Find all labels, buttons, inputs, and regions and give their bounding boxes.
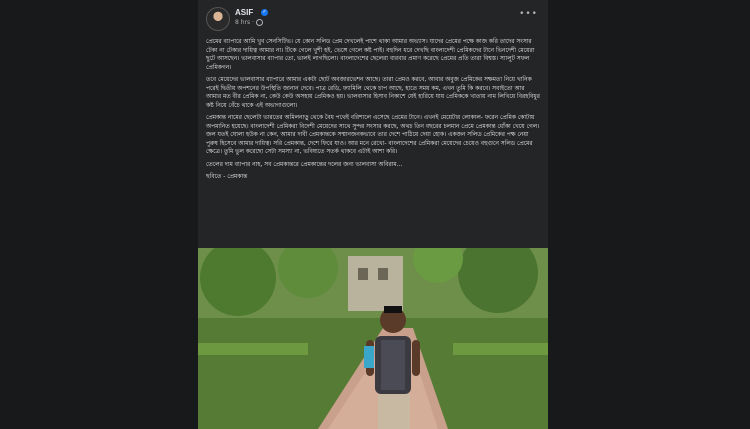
post-header: ASIF ✓ 8 hrs · ••• [206, 7, 540, 31]
verified-badge-icon: ✓ [261, 9, 268, 16]
globe-icon [255, 19, 263, 26]
author-name[interactable]: ASIF [235, 8, 253, 17]
post-time[interactable]: 8 hrs [235, 19, 250, 26]
post-photo[interactable] [198, 248, 548, 429]
avatar[interactable] [206, 7, 230, 31]
more-options-icon[interactable]: ••• [519, 9, 538, 19]
post-text: প্রেমের ব্যাপারে আমি খুব সেনসিটিভ। যে কো… [206, 38, 540, 186]
photo-illustration [198, 248, 548, 429]
post-meta: 8 hrs · [235, 19, 263, 26]
post-paragraph: প্রেমকান্ত নামের ছেলেটা ভারতের অমিলনাড়ু… [206, 115, 540, 155]
photo-caption: ছবিতে - প্রেমকান্ত [206, 174, 248, 180]
post-paragraph: প্রেমের ব্যাপারে আমি খুব সেনসিটিভ। যে কো… [206, 39, 535, 71]
facebook-post: ASIF ✓ 8 hrs · ••• প্রেমের ব্যাপারে আমি … [198, 0, 548, 429]
post-paragraph: তবে মেয়েদের ভালবাসার ব্যাপারে আমার একটা… [206, 77, 540, 109]
post-paragraph: তেলের দাম ব্যাপার নাহ, সব প্রেমকান্তরে প… [206, 161, 403, 168]
